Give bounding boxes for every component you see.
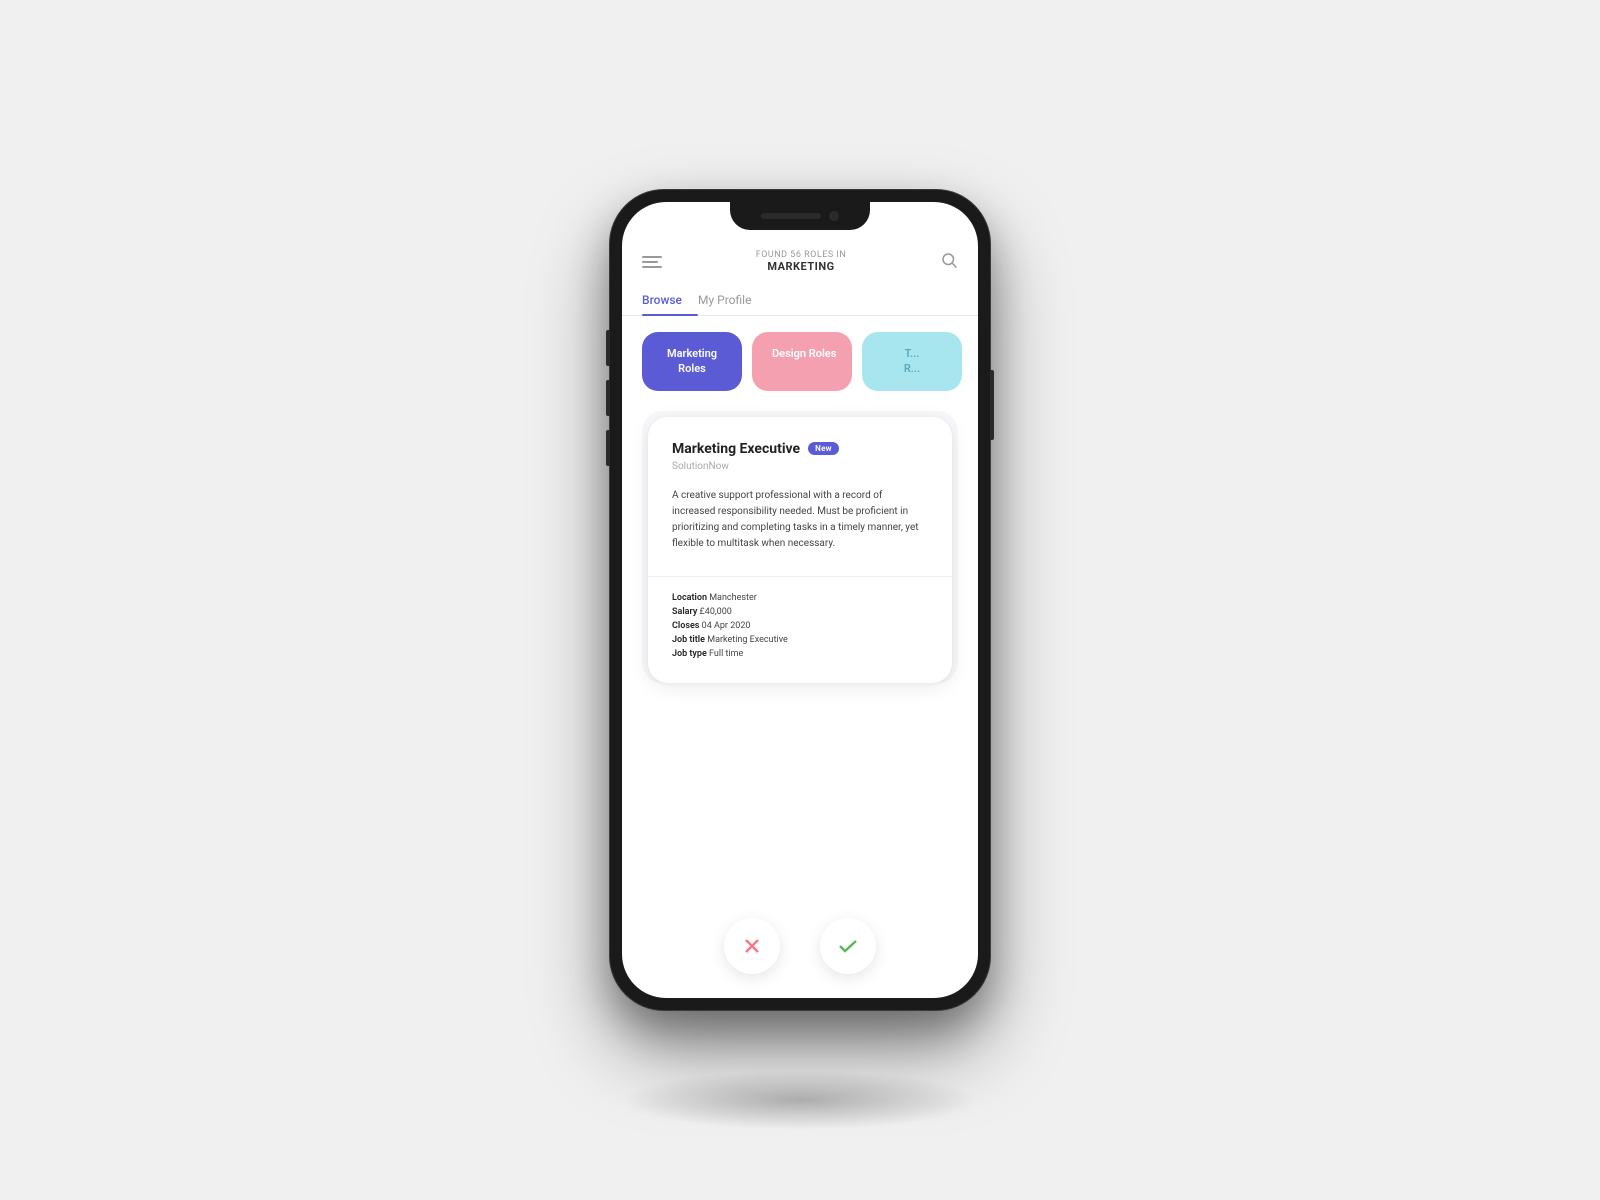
search-icon xyxy=(940,251,958,269)
pill-design[interactable]: Design Roles xyxy=(752,332,852,391)
job-card: Marketing Executive New SolutionNow A cr… xyxy=(648,417,952,683)
phone-shadow xyxy=(620,1070,980,1130)
header-title: FOUND 56 ROLES IN MARKETING xyxy=(756,250,847,273)
job-title-row: Marketing Executive New xyxy=(672,441,928,457)
detail-salary: Salary £40,000 xyxy=(672,607,928,617)
accept-icon xyxy=(836,934,860,958)
action-buttons xyxy=(622,906,978,998)
job-description: A creative support professional with a r… xyxy=(672,488,928,552)
pill-marketing[interactable]: MarketingRoles xyxy=(642,332,742,391)
job-company: SolutionNow xyxy=(672,461,928,472)
tab-bar: Browse My Profile xyxy=(622,285,978,316)
category-label: MARKETING xyxy=(756,260,847,273)
category-pills-container: MarketingRoles Design Roles T...R... xyxy=(622,316,978,403)
tab-browse[interactable]: Browse xyxy=(642,285,698,315)
job-card-background: Marketing Executive New SolutionNow A cr… xyxy=(642,411,958,683)
notch-camera xyxy=(829,211,839,221)
card-area: Marketing Executive New SolutionNow A cr… xyxy=(622,403,978,906)
closes-value: 04 Apr 2020 xyxy=(702,621,751,631)
tab-my-profile[interactable]: My Profile xyxy=(698,285,767,315)
phone-screen: FOUND 56 ROLES IN MARKETING Browse My Pr… xyxy=(622,202,978,998)
location-value: Manchester xyxy=(709,593,757,603)
detail-job-title: Job title Marketing Executive xyxy=(672,635,928,645)
accept-button[interactable] xyxy=(820,918,876,974)
screen-content: FOUND 56 ROLES IN MARKETING Browse My Pr… xyxy=(622,202,978,998)
found-roles-label: FOUND 56 ROLES IN xyxy=(756,250,847,260)
job-title: Marketing Executive xyxy=(672,441,800,457)
detail-location: Location Manchester xyxy=(672,593,928,603)
reject-icon xyxy=(740,934,764,958)
reject-button[interactable] xyxy=(724,918,780,974)
detail-closes: Closes 04 Apr 2020 xyxy=(672,621,928,631)
menu-button[interactable] xyxy=(642,256,662,268)
job-card-divider xyxy=(648,576,952,577)
new-badge: New xyxy=(808,442,839,455)
app-header: FOUND 56 ROLES IN MARKETING xyxy=(622,238,978,281)
job-title-value: Marketing Executive xyxy=(707,635,788,645)
job-type-value: Full time xyxy=(709,649,743,659)
notch-speaker xyxy=(761,213,821,219)
job-details: Location Manchester Salary £40,000 Close… xyxy=(672,593,928,659)
salary-value: £40,000 xyxy=(700,607,732,617)
detail-job-type: Job type Full time xyxy=(672,649,928,659)
notch xyxy=(730,202,870,230)
scene: FOUND 56 ROLES IN MARKETING Browse My Pr… xyxy=(540,100,1060,1100)
search-button[interactable] xyxy=(940,251,958,273)
phone-frame: FOUND 56 ROLES IN MARKETING Browse My Pr… xyxy=(610,190,990,1010)
pill-tech[interactable]: T...R... xyxy=(862,332,962,391)
